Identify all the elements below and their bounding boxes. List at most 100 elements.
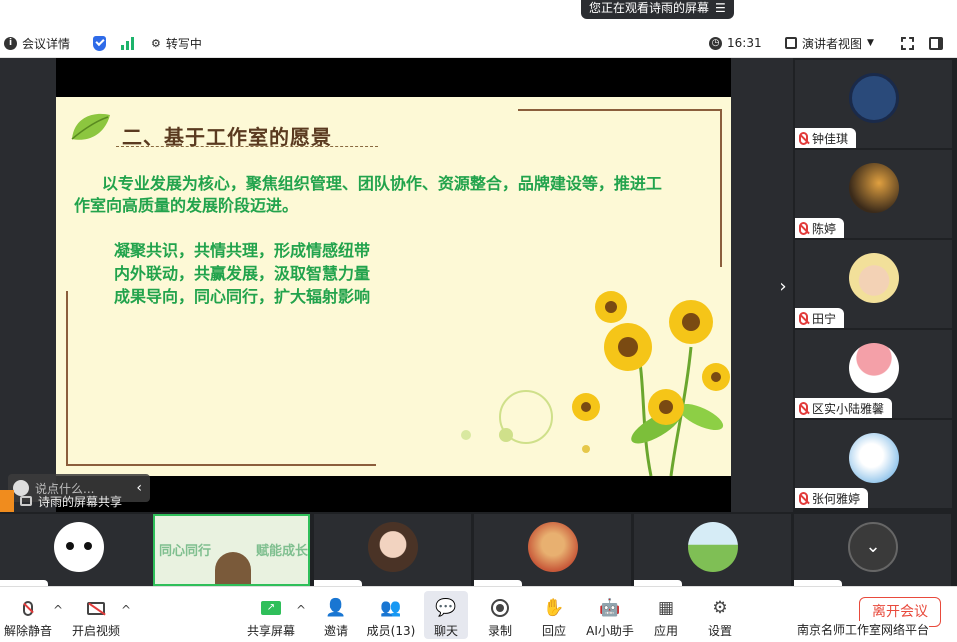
participant-name-tag: 张何雅婷: [795, 488, 869, 508]
transcribe-icon: ⚙: [151, 36, 161, 50]
platform-footer: 南京名师工作室网络平台: [797, 621, 930, 638]
invite-button[interactable]: 👤 邀请: [318, 591, 354, 639]
ai-assistant-button[interactable]: 🤖 AI小助手: [586, 591, 634, 639]
participant-name: 区实小陆雅馨: [812, 401, 885, 416]
slide-line: 内外联动，共赢发展，汲取智慧力量: [114, 264, 371, 283]
avatar: [849, 343, 899, 393]
bottom-participant-strip: 同心同行 赋能成长 ⌄: [0, 512, 957, 586]
participant-tile[interactable]: 张何雅婷: [795, 420, 952, 508]
layout-icon: [785, 37, 797, 49]
signal-button[interactable]: [121, 28, 134, 58]
participant-tile[interactable]: [314, 514, 471, 586]
viewing-banner[interactable]: 您正在观看诗雨的屏幕 ☰: [581, 0, 734, 19]
sidebar-toggle-button[interactable]: [929, 28, 943, 58]
participant-tile[interactable]: [634, 514, 791, 586]
sunflower-illustration: [461, 291, 730, 476]
avatar: [849, 163, 899, 213]
participant-tile[interactable]: 钟佳琪: [795, 60, 952, 148]
slide-frame: 二、基于工作室的愿景 以专业发展为核心，聚焦组织管理、团队协作、资源整合，品牌建…: [56, 58, 731, 512]
presenter-view-dropdown[interactable]: 演讲者视图 ▼: [785, 28, 874, 58]
ai-robot-icon: 🤖: [599, 598, 621, 618]
apps-button[interactable]: ▦ 应用: [648, 591, 684, 639]
participant-tile[interactable]: ⌄: [794, 514, 951, 586]
participant-tile[interactable]: [474, 514, 631, 586]
settings-button[interactable]: ⚙ 设置: [702, 591, 738, 639]
frame-line-top: [518, 109, 720, 111]
start-video-button[interactable]: 开启视频: [70, 591, 122, 639]
members-icon: 👥: [380, 598, 402, 618]
participant-video-tile[interactable]: 同心同行 赋能成长: [153, 514, 310, 586]
slide-line: 凝聚共识，共情共理，形成情感纽带: [114, 241, 371, 260]
share-screen-button[interactable]: ↗ 共享屏幕: [246, 591, 296, 639]
camera-off-icon: [85, 597, 107, 619]
screen-share-tag: 诗雨的屏幕共享: [0, 490, 122, 512]
record-label: 录制: [487, 624, 512, 638]
fullscreen-button[interactable]: [901, 28, 914, 58]
fullscreen-icon: [901, 36, 914, 50]
unmute-button[interactable]: 解除静音: [4, 591, 52, 639]
transcribe-button[interactable]: ⚙ 转写中: [151, 28, 202, 58]
frame-line-left: [66, 291, 68, 466]
info-icon: i: [4, 36, 17, 50]
audio-options-caret[interactable]: ^: [53, 603, 63, 617]
frame-line-bottom: [66, 464, 376, 466]
mic-muted-icon: [799, 491, 808, 505]
avatar: [849, 253, 899, 303]
mic-muted-icon: [799, 401, 808, 415]
shared-screen-stage: 二、基于工作室的愿景 以专业发展为核心，聚焦组织管理、团队协作、资源整合，品牌建…: [0, 58, 793, 512]
menu-icon[interactable]: ☰: [715, 0, 726, 19]
unmute-label: 解除静音: [4, 624, 53, 638]
meeting-info-button[interactable]: i 会议详情: [4, 28, 70, 58]
slide-bullet-lines: 凝聚共识，共情共理，形成情感纽带 内外联动，共赢发展，汲取智慧力量 成果导向，同…: [114, 239, 370, 308]
mic-muted-icon: [17, 597, 39, 619]
collapse-chat-icon[interactable]: ‹: [136, 480, 142, 496]
participant-name: 陈婷: [812, 221, 837, 236]
participant-tile[interactable]: 陈婷: [795, 150, 952, 238]
chat-button[interactable]: 💬 聊天: [424, 591, 468, 639]
participant-panel: 钟佳琪 陈婷 田宁 区实小陆雅馨 张何雅婷: [793, 58, 957, 512]
top-toolbar: i 会议详情 ⚙ 转写中 ◷ 16:31 演讲者视图 ▼: [0, 28, 957, 58]
members-button[interactable]: 👥 成员(13): [366, 591, 416, 639]
share-options-caret[interactable]: ^: [296, 603, 306, 617]
chevron-right-icon: ›: [779, 276, 787, 297]
participant-tile[interactable]: 区实小陆雅馨: [795, 330, 952, 418]
slide-line: 成果导向，同心同行，扩大辐射影响: [114, 287, 371, 306]
avatar: ⌄: [848, 522, 898, 572]
avatar: [54, 522, 104, 572]
participant-tile[interactable]: [0, 514, 157, 586]
participant-name-tag: 陈婷: [795, 218, 845, 238]
top-strip: [0, 0, 957, 28]
avatar-eyes: [84, 542, 92, 550]
video-person: [215, 552, 251, 584]
next-page-button[interactable]: ›: [773, 271, 793, 303]
security-button[interactable]: [93, 28, 106, 58]
apps-grid-icon: ▦: [657, 598, 675, 618]
mic-muted-icon: [799, 131, 808, 145]
transcribe-label: 转写中: [165, 36, 202, 51]
reactions-label: 回应: [541, 624, 566, 638]
avatar: [849, 73, 899, 123]
invite-label: 邀请: [323, 624, 348, 638]
participant-tile[interactable]: 田宁: [795, 240, 952, 328]
participant-name-tag: 钟佳琪: [795, 128, 857, 148]
video-options-caret[interactable]: ^: [121, 603, 131, 617]
add-user-icon: 👤: [325, 598, 347, 618]
members-label: 成员(13): [366, 624, 416, 638]
presentation-slide: 二、基于工作室的愿景 以专业发展为核心，聚焦组织管理、团队协作、资源整合，品牌建…: [56, 97, 731, 476]
meeting-time: 16:31: [727, 36, 762, 50]
gear-icon: ⚙: [712, 598, 728, 618]
settings-label: 设置: [707, 624, 732, 638]
avatar: [849, 433, 899, 483]
chat-label: 聊天: [433, 624, 458, 638]
chevron-down-icon: ▼: [867, 38, 874, 48]
participant-name-tag: 田宁: [795, 308, 845, 328]
start-video-label: 开启视频: [71, 624, 120, 638]
slide-paragraph: 以专业发展为核心，聚焦组织管理、团队协作、资源整合，品牌建设等，推进工作室向高质…: [74, 174, 662, 215]
participant-name-tag: 区实小陆雅馨: [795, 398, 893, 418]
chevron-down-icon[interactable]: ⌄: [850, 536, 896, 557]
chat-icon: 💬: [435, 598, 457, 618]
sidebar-toggle-icon: [929, 36, 943, 50]
mic-muted-icon: [799, 311, 808, 325]
record-button[interactable]: 录制: [482, 591, 518, 639]
reactions-button[interactable]: ✋ 回应: [536, 591, 572, 639]
